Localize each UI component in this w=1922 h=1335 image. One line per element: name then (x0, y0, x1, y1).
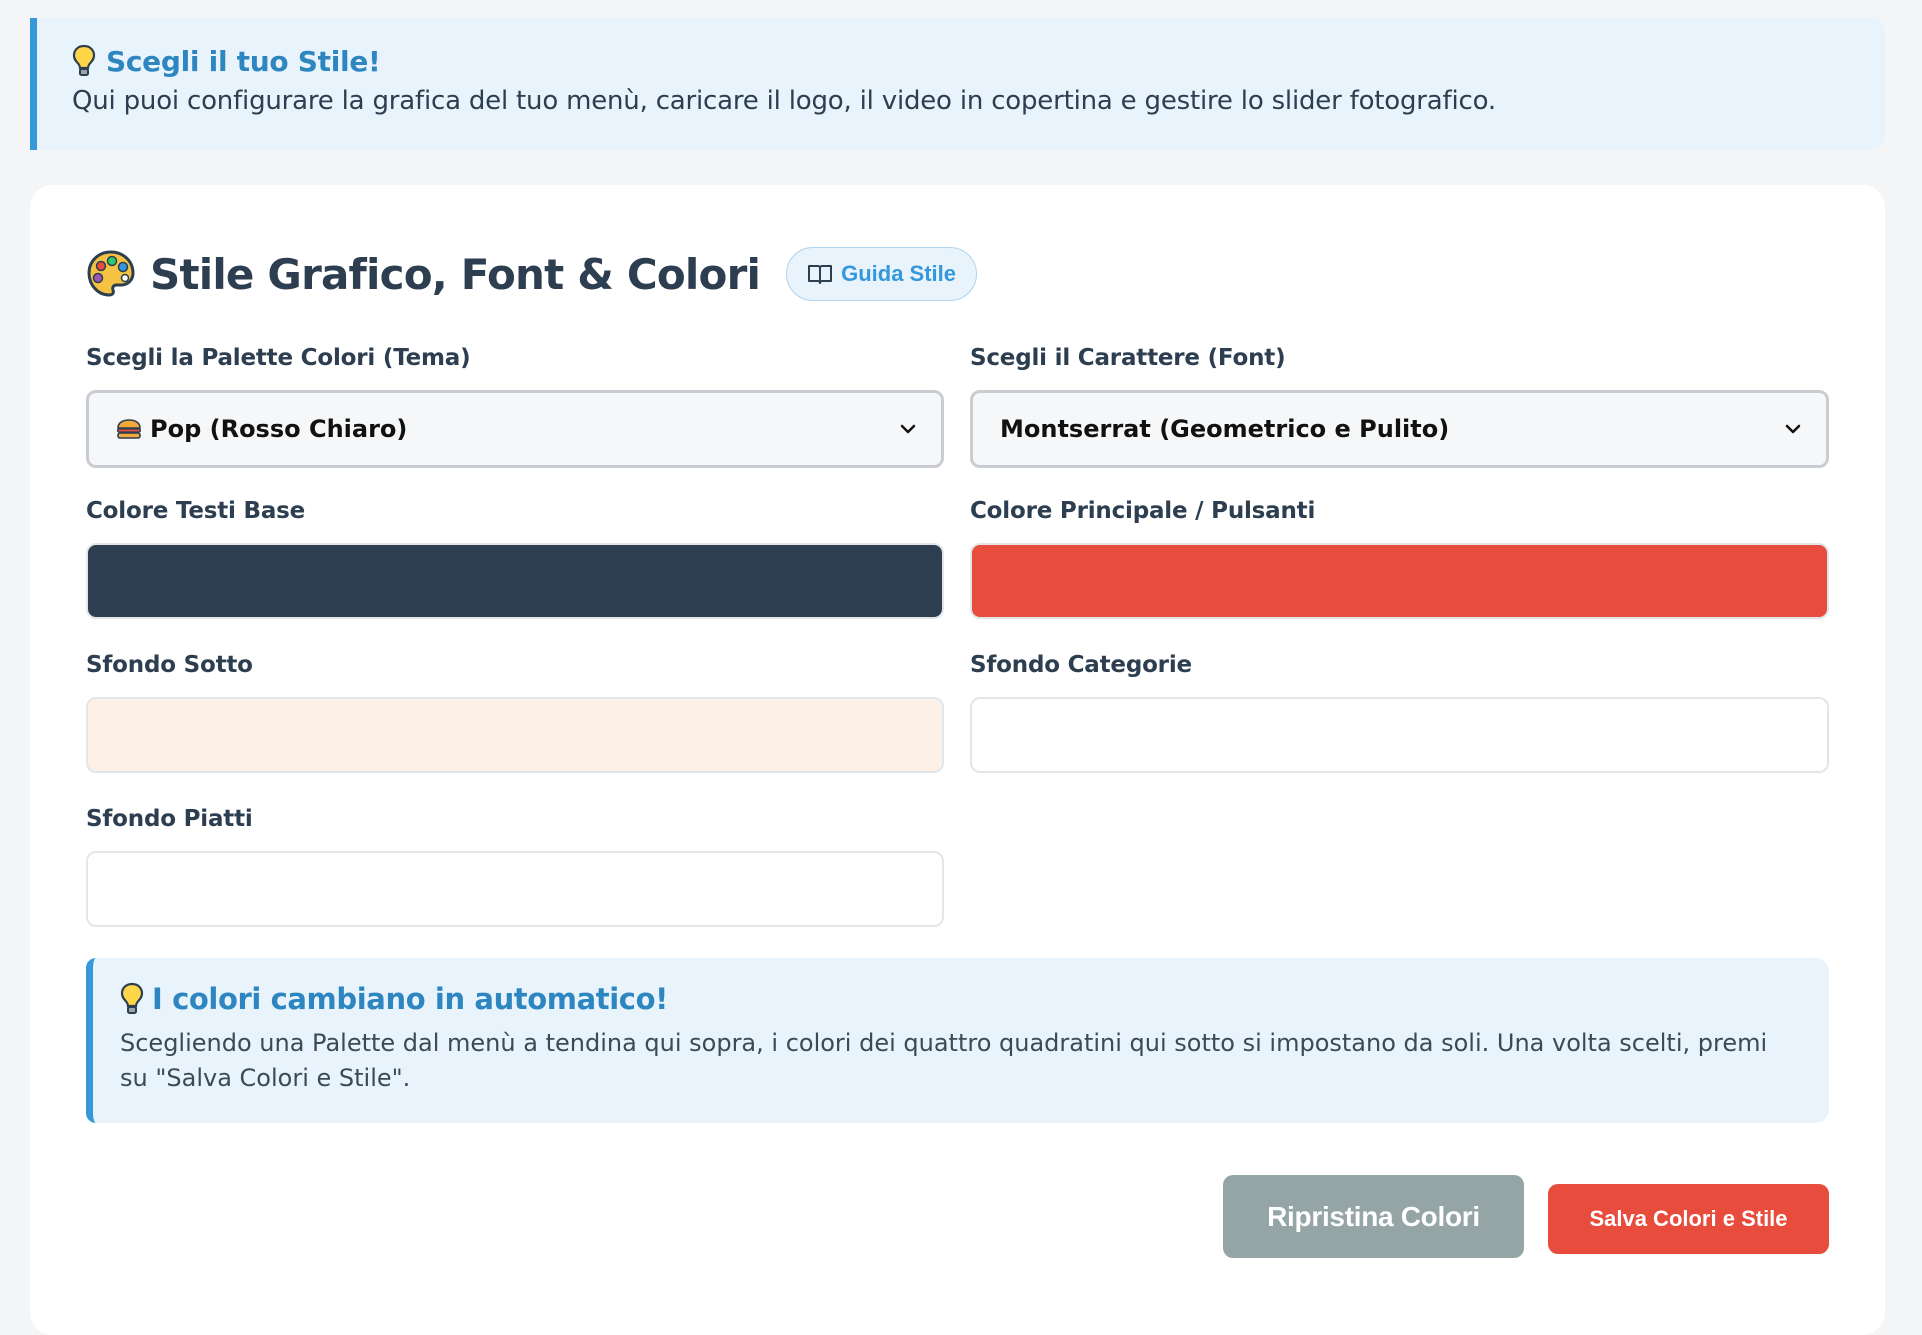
reset-colors-button[interactable]: Ripristina Colori (1223, 1175, 1524, 1258)
font-label: Scegli il Carattere (Font) (970, 345, 1286, 371)
chevron-down-icon (900, 424, 916, 434)
bg-categories-label: Sfondo Categorie (970, 652, 1192, 678)
section-header: Stile Grafico, Font & Colori Guida Stile (86, 247, 978, 301)
bg-categories-picker[interactable] (970, 697, 1829, 773)
burger-icon (116, 419, 142, 439)
palette-select-value-wrap: Pop (Rosso Chiaro) (116, 415, 899, 443)
style-guide-label: Guida Stile (841, 261, 957, 286)
font-select-value: Montserrat (Geometrico e Pulito) (1000, 415, 1450, 443)
palette-icon (87, 250, 135, 297)
bg-bottom-picker[interactable] (86, 697, 944, 773)
bg-bottom-label: Sfondo Sotto (86, 652, 253, 678)
style-guide-button[interactable]: Guida Stile (786, 247, 978, 301)
info-banner: Scegli il tuo Stile! Qui puoi configurar… (30, 18, 1885, 150)
bg-dishes-picker[interactable] (86, 851, 944, 927)
auto-colors-tip: I colori cambiano in automatico! Sceglie… (86, 958, 1829, 1123)
tip-title: I colori cambiano in automatico! (152, 982, 668, 1016)
save-style-button[interactable]: Salva Colori e Stile (1548, 1184, 1829, 1254)
banner-text: Qui puoi configurare la grafica del tuo … (72, 86, 1496, 116)
bg-dishes-label: Sfondo Piatti (86, 806, 253, 832)
primary-color-label: Colore Principale / Pulsanti (970, 498, 1316, 524)
chevron-down-icon (1785, 424, 1801, 434)
section-title: Stile Grafico, Font & Colori (150, 249, 761, 299)
lightbulb-icon (72, 44, 96, 76)
primary-color-picker[interactable] (970, 543, 1829, 619)
lightbulb-icon (120, 982, 144, 1014)
banner-title: Scegli il tuo Stile! (106, 44, 381, 78)
text-color-picker[interactable] (86, 543, 944, 619)
banner-title-row: Scegli il tuo Stile! (72, 44, 1850, 78)
palette-select-value: Pop (Rosso Chiaro) (150, 415, 408, 443)
font-select[interactable]: Montserrat (Geometrico e Pulito) (970, 390, 1829, 468)
book-icon (808, 265, 833, 284)
style-card: Stile Grafico, Font & Colori Guida Stile… (30, 185, 1885, 1335)
tip-text: Scegliendo una Palette dal menù a tendin… (120, 1029, 1768, 1092)
text-color-label: Colore Testi Base (86, 498, 306, 524)
palette-select[interactable]: Pop (Rosso Chiaro) (86, 390, 944, 468)
tip-title-row: I colori cambiano in automatico! (120, 982, 1799, 1016)
palette-label: Scegli la Palette Colori (Tema) (86, 345, 471, 371)
